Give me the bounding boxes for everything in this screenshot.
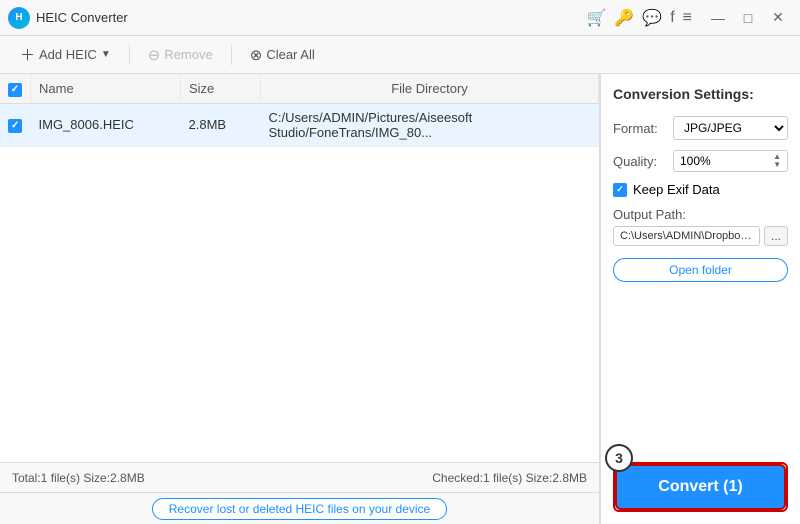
minimize-button[interactable]: — [704, 4, 732, 32]
keep-exif-checkbox[interactable] [613, 183, 627, 197]
key-icon[interactable]: 🔑 [614, 8, 634, 28]
clear-icon: ⊗ [250, 46, 263, 64]
settings-panel: Conversion Settings: Format: JPG/JPEG PN… [600, 74, 800, 524]
dropdown-arrow-icon: ▼ [101, 49, 111, 60]
quality-label: Quality: [613, 154, 665, 169]
recover-bar: Recover lost or deleted HEIC files on yo… [0, 492, 599, 524]
header-size: Size [181, 74, 261, 103]
remove-button[interactable]: ⊖ Remove [138, 42, 223, 68]
table-row[interactable]: IMG_8006.HEIC 2.8MB C:/Users/ADMIN/Pictu… [0, 103, 599, 146]
close-button[interactable]: ✕ [764, 4, 792, 32]
output-path-label: Output Path: [613, 207, 788, 222]
toolbar: ＋ Add HEIC ▼ ⊖ Remove ⊗ Clear All [0, 36, 800, 74]
row-size: 2.8MB [181, 103, 261, 146]
clear-all-button[interactable]: ⊗ Clear All [240, 42, 325, 68]
output-path-section: Output Path: C:\Users\ADMIN\Dropbox\PC\ … [613, 207, 788, 246]
app-logo: H [8, 7, 30, 29]
main-content: Name Size File Directory IMG_8006.HEIC 2… [0, 74, 800, 524]
file-table: Name Size File Directory IMG_8006.HEIC 2… [0, 74, 599, 462]
row-directory: C:/Users/ADMIN/Pictures/Aiseesoft Studio… [261, 103, 599, 146]
menu-icon[interactable]: ≡ [683, 9, 692, 27]
toolbar-separator-2 [231, 45, 232, 65]
status-right: Checked:1 file(s) Size:2.8MB [432, 471, 587, 485]
toolbar-separator [129, 45, 130, 65]
output-path-text: C:\Users\ADMIN\Dropbox\PC\ [613, 226, 760, 246]
maximize-button[interactable]: □ [734, 4, 762, 32]
status-left: Total:1 file(s) Size:2.8MB [12, 471, 145, 485]
cart-icon[interactable]: 🛒 [586, 8, 606, 28]
facebook-icon[interactable]: f [670, 9, 674, 27]
format-select[interactable]: JPG/JPEG PNG PDF GIF [673, 116, 788, 140]
header-name: Name [31, 74, 181, 103]
chat-icon[interactable]: 💬 [642, 8, 662, 28]
quality-down-arrow[interactable]: ▼ [773, 161, 781, 169]
quality-input: 100% ▲ ▼ [673, 150, 788, 172]
header-directory: File Directory [261, 74, 599, 103]
convert-area: 3 Convert (1) [613, 462, 788, 512]
app-title: HEIC Converter [36, 10, 586, 25]
header-checkbox [0, 74, 31, 103]
add-icon: ＋ [20, 44, 35, 65]
convert-button[interactable]: Convert (1) [615, 464, 786, 510]
row-checkbox-cell [0, 103, 31, 146]
browse-button[interactable]: ... [764, 226, 788, 246]
quality-row: Quality: 100% ▲ ▼ [613, 150, 788, 172]
step-badge: 3 [605, 444, 633, 472]
title-bar-icons: 🛒 🔑 💬 f ≡ [586, 8, 692, 28]
output-path-row: C:\Users\ADMIN\Dropbox\PC\ ... [613, 226, 788, 246]
window-controls: — □ ✕ [704, 4, 792, 32]
convert-wrapper: Convert (1) [613, 462, 788, 512]
add-heic-button[interactable]: ＋ Add HEIC ▼ [10, 40, 121, 69]
select-all-checkbox[interactable] [8, 83, 22, 97]
exif-row: Keep Exif Data [613, 182, 788, 197]
remove-icon: ⊖ [148, 46, 161, 64]
recover-button[interactable]: Recover lost or deleted HEIC files on yo… [152, 498, 447, 520]
file-panel: Name Size File Directory IMG_8006.HEIC 2… [0, 74, 600, 524]
row-name: IMG_8006.HEIC [31, 103, 181, 146]
format-label: Format: [613, 121, 665, 136]
quality-value: 100% [680, 154, 773, 168]
row-checkbox[interactable] [8, 119, 22, 133]
title-bar: H HEIC Converter 🛒 🔑 💬 f ≡ — □ ✕ [0, 0, 800, 36]
status-bar: Total:1 file(s) Size:2.8MB Checked:1 fil… [0, 462, 599, 492]
keep-exif-label: Keep Exif Data [633, 182, 720, 197]
open-folder-button[interactable]: Open folder [613, 258, 788, 282]
settings-title: Conversion Settings: [613, 86, 788, 102]
table-header-row: Name Size File Directory [0, 74, 599, 103]
quality-arrows: ▲ ▼ [773, 153, 781, 169]
format-row: Format: JPG/JPEG PNG PDF GIF [613, 116, 788, 140]
